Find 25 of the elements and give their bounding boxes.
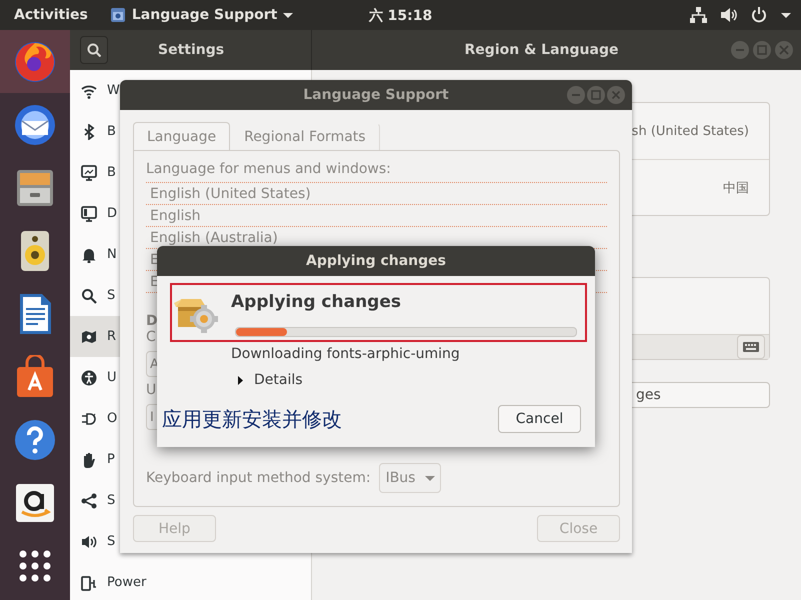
dialog-title: Applying changes (306, 253, 446, 269)
sidebar-label: B (107, 165, 116, 180)
sidebar-label: W (107, 83, 120, 98)
sidebar-label: S (107, 534, 116, 549)
sidebar-label: D (107, 206, 118, 221)
hint-text: C (146, 329, 157, 345)
status-text: Downloading fonts-arphic-uming (231, 345, 461, 364)
hint-text: U (146, 382, 158, 398)
section-heading: Language for menus and windows: (146, 160, 392, 179)
sidebar-label: R (107, 329, 116, 344)
section-heading: D (146, 313, 159, 329)
annotation-text: 应用更新安装并修改 (162, 408, 342, 432)
sidebar-label: P (107, 452, 115, 467)
sidebar-label: U (107, 370, 117, 385)
input-method-label: Keyboard input method system: (146, 470, 371, 486)
sidebar-label: B (107, 124, 116, 139)
panel-title: Region & Language (464, 42, 620, 58)
window-title: Language Support (303, 87, 449, 103)
sidebar-label: O (107, 411, 118, 426)
dialog-heading: Applying changes (231, 292, 402, 312)
window-title: Settings (158, 42, 224, 58)
sidebar-label: S (107, 493, 116, 508)
sidebar-label: N (107, 247, 117, 262)
sidebar-label: Power (107, 575, 146, 590)
sidebar-label: S (107, 288, 116, 303)
